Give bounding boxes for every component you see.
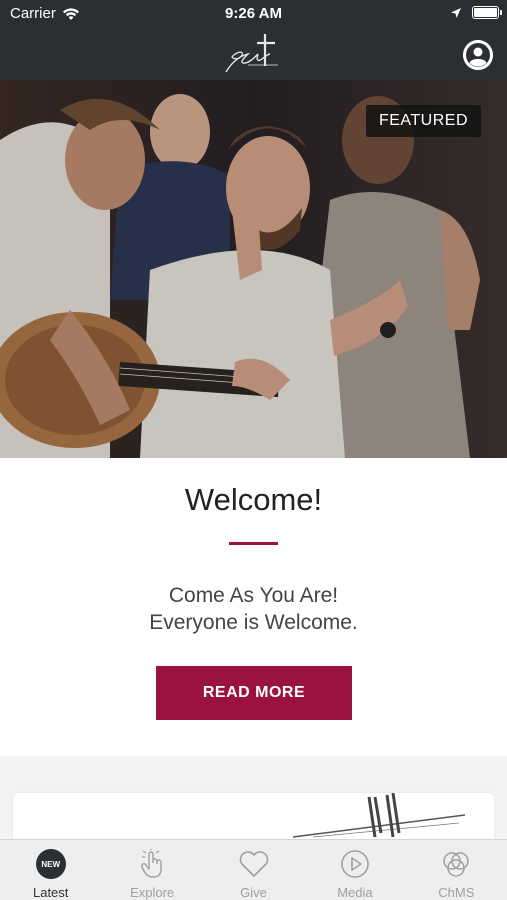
nav-bar bbox=[0, 28, 507, 80]
tab-label: ChMS bbox=[438, 885, 475, 900]
tab-latest[interactable]: NEW Latest bbox=[0, 840, 101, 900]
status-bar: Carrier 9:26 AM bbox=[0, 0, 507, 28]
tab-chms[interactable]: ChMS bbox=[406, 840, 507, 900]
subtitle-line-2: Everyone is Welcome. bbox=[149, 611, 358, 634]
tab-explore[interactable]: Explore bbox=[101, 840, 202, 900]
heart-icon bbox=[239, 851, 268, 877]
battery-icon bbox=[472, 6, 502, 19]
tap-hand-icon bbox=[141, 849, 162, 878]
tab-media[interactable]: Media bbox=[304, 840, 405, 900]
read-more-button[interactable]: READ MORE bbox=[156, 666, 352, 720]
profile-button[interactable] bbox=[463, 40, 493, 70]
welcome-card: Welcome! Come As You Are! Everyone is We… bbox=[0, 458, 507, 756]
new-badge-icon: NEW bbox=[35, 849, 66, 879]
tab-give[interactable]: Give bbox=[203, 840, 304, 900]
tab-bar: NEW Latest Explore Give Media ChMS bbox=[0, 839, 507, 900]
tab-label: Explore bbox=[130, 885, 175, 900]
play-circle-icon bbox=[341, 850, 369, 878]
card-title: Welcome! bbox=[184, 482, 323, 517]
card-subtitle: Come As You Are! Everyone is Welcome. bbox=[0, 582, 507, 636]
featured-badge: FEATURED bbox=[365, 105, 481, 137]
subtitle-line-1: Come As You Are! bbox=[168, 584, 339, 607]
tab-label: Give bbox=[240, 885, 267, 900]
title-divider bbox=[229, 542, 278, 545]
location-arrow-icon bbox=[451, 7, 461, 18]
tab-label: Media bbox=[337, 885, 373, 900]
grace-church-logo bbox=[225, 34, 278, 73]
circles-icon bbox=[443, 852, 470, 877]
tab-label: Latest bbox=[32, 885, 69, 900]
clock: 9:26 AM bbox=[225, 5, 282, 22]
user-profile-icon bbox=[463, 40, 493, 70]
